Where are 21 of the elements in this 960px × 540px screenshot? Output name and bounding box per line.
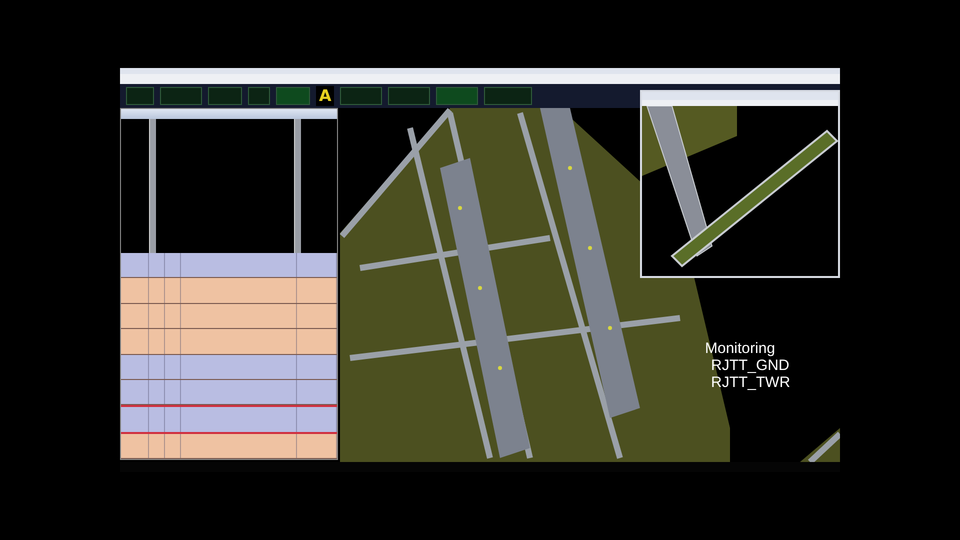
caption-text: RJTT_TWR xyxy=(710,374,790,391)
flight-strip[interactable] xyxy=(121,434,337,459)
readout-panel xyxy=(160,87,202,105)
caption-text: Monitoring xyxy=(705,340,776,357)
readout-panel xyxy=(248,87,270,105)
readout-panel xyxy=(126,87,154,105)
readout-panel xyxy=(208,87,242,105)
flight-strip[interactable] xyxy=(121,380,337,406)
readout-panel xyxy=(276,87,310,105)
flight-strip[interactable] xyxy=(121,278,337,304)
readout-panel xyxy=(436,87,478,105)
readout-panel xyxy=(388,87,430,105)
status-indicator: A xyxy=(316,86,334,106)
caption-text: RJTT_GND xyxy=(710,357,790,374)
flight-strip[interactable] xyxy=(121,405,337,434)
flight-strip[interactable] xyxy=(121,354,337,380)
flight-strip[interactable] xyxy=(121,304,337,330)
flight-strip[interactable] xyxy=(121,329,337,354)
flight-strip[interactable] xyxy=(121,253,337,278)
readout-panel xyxy=(340,87,382,105)
readout-panel xyxy=(484,87,532,105)
